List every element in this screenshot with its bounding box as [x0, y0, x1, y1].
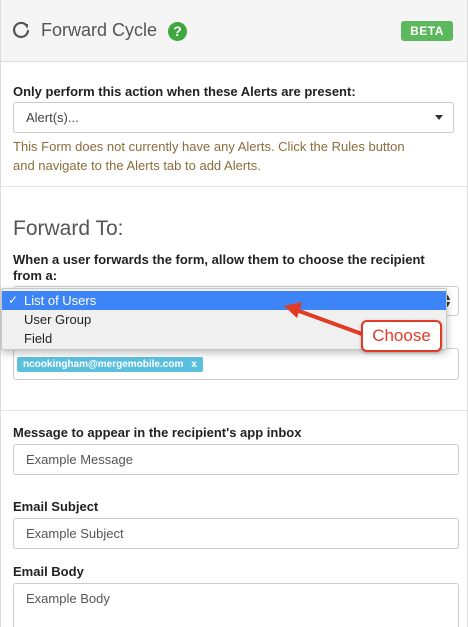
email-subject-value: Example Subject	[26, 526, 124, 541]
email-body-textarea[interactable]: Example Body	[13, 583, 459, 627]
email-subject-input[interactable]: Example Subject	[13, 518, 459, 549]
email-body-value: Example Body	[26, 591, 110, 606]
message-label: Message to appear in the recipient's app…	[13, 425, 302, 440]
email-body-label: Email Body	[13, 564, 84, 579]
forward-cycle-panel: Forward Cycle ? BETA Only perform this a…	[0, 0, 468, 627]
email-subject-label: Email Subject	[13, 499, 99, 514]
message-input[interactable]: Example Message	[13, 444, 459, 475]
section-divider	[1, 410, 467, 411]
message-input-value: Example Message	[26, 452, 133, 467]
choose-callout: Choose	[361, 320, 442, 352]
